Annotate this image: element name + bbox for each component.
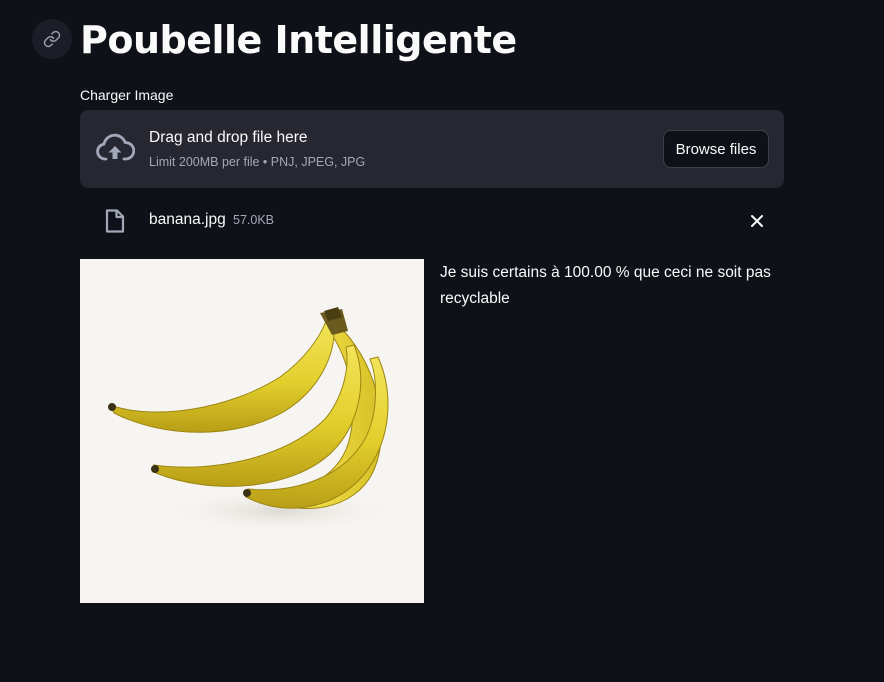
uploaded-file-name: banana.jpg — [149, 211, 226, 228]
close-icon — [751, 215, 763, 227]
app-page: Poubelle Intelligente Charger Image Drag… — [0, 0, 884, 682]
page-title: Poubelle Intelligente — [80, 18, 517, 62]
remove-file-button[interactable] — [746, 210, 768, 232]
file-dropzone[interactable]: Drag and drop file here Limit 200MB per … — [80, 110, 784, 188]
browse-files-button[interactable]: Browse files — [663, 130, 769, 168]
header-anchor-link[interactable] — [32, 19, 72, 59]
banana-photo — [80, 259, 424, 603]
uploaded-file-row: banana.jpg 57.0KB — [80, 200, 784, 240]
uploaded-file-size: 57.0KB — [233, 213, 275, 227]
dropzone-limits: Limit 200MB per file • PNJ, JPEG, JPG — [149, 155, 366, 169]
link-icon — [43, 30, 61, 48]
uploaded-image — [80, 259, 424, 603]
prediction-result: Je suis certains à 100.00 % que ceci ne … — [440, 264, 771, 307]
dropzone-instructions: Drag and drop file here — [149, 129, 308, 146]
file-icon — [105, 209, 125, 233]
uploader-label: Charger Image — [80, 87, 174, 103]
cloud-upload-icon — [96, 133, 135, 161]
